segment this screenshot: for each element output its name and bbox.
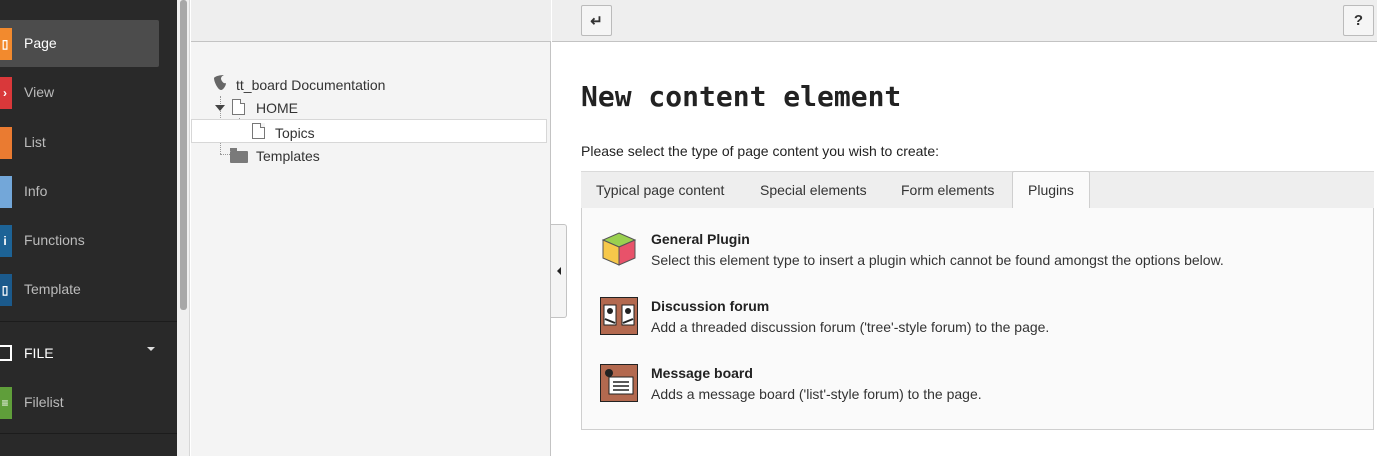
scrollbar-thumb[interactable] bbox=[180, 0, 187, 310]
view-module-icon: › bbox=[0, 77, 12, 109]
plugin-description: Select this element type to insert a plu… bbox=[651, 252, 1224, 268]
group-label: FILE bbox=[24, 345, 54, 361]
module-info[interactable]: Info bbox=[0, 167, 177, 216]
filelist-module-icon: ≡ bbox=[0, 387, 12, 419]
functions-module-icon: i bbox=[0, 225, 12, 257]
intro-text: Please select the type of page content y… bbox=[581, 143, 939, 159]
help-icon: ? bbox=[1353, 12, 1364, 29]
file-group-icon bbox=[0, 345, 12, 361]
page-title: New content element bbox=[581, 80, 902, 113]
module-menu: ▯ Page › View List Info i Functions ▯ Te… bbox=[0, 0, 177, 456]
doc-header: ↵ ? bbox=[552, 0, 1377, 42]
module-label: View bbox=[24, 84, 55, 100]
module-label: Info bbox=[24, 183, 48, 199]
module-label: Template bbox=[24, 281, 81, 297]
page-icon bbox=[232, 99, 245, 115]
page-module-icon: ▯ bbox=[0, 28, 12, 60]
tab-typical-page-content[interactable]: Typical page content bbox=[581, 172, 739, 209]
module-filelist[interactable]: ≡ Filelist bbox=[0, 378, 177, 427]
module-label: Filelist bbox=[24, 394, 64, 410]
cube-plugin-icon bbox=[601, 232, 637, 266]
menu-divider bbox=[0, 433, 177, 434]
module-functions[interactable]: i Functions bbox=[0, 216, 177, 265]
forum-plugin-icon bbox=[600, 297, 638, 335]
menu-divider bbox=[0, 321, 177, 322]
tree-root-label: tt_board Documentation bbox=[236, 77, 386, 93]
folder-icon bbox=[230, 148, 248, 163]
tree-root[interactable]: tt_board Documentation bbox=[191, 72, 547, 96]
collapse-arrow-icon bbox=[557, 267, 561, 275]
list-module-icon bbox=[0, 127, 12, 159]
module-group-file[interactable]: FILE bbox=[0, 329, 177, 377]
module-label: Page bbox=[24, 35, 57, 51]
module-template[interactable]: ▯ Template bbox=[0, 265, 177, 314]
module-view[interactable]: › View bbox=[0, 68, 177, 117]
plugin-item-general[interactable]: General Plugin Select this element type … bbox=[600, 228, 1360, 278]
tree-node-home[interactable]: HOME bbox=[191, 96, 547, 120]
plugin-title: General Plugin bbox=[651, 231, 750, 247]
tab-form-elements[interactable]: Form elements bbox=[886, 172, 1009, 209]
module-page[interactable]: ▯ Page bbox=[0, 19, 177, 68]
return-icon: ↵ bbox=[590, 12, 603, 30]
help-button[interactable]: ? bbox=[1343, 5, 1374, 36]
typo3-logo-icon bbox=[214, 75, 226, 90]
plugin-description: Adds a message board ('list'-style forum… bbox=[651, 386, 982, 402]
tree-node-templates[interactable]: Templates bbox=[191, 144, 547, 168]
chevron-down-icon bbox=[147, 347, 155, 351]
plugin-title: Message board bbox=[651, 365, 753, 381]
plugin-description: Add a threaded discussion forum ('tree'-… bbox=[651, 319, 1050, 335]
tree-node-label: Templates bbox=[256, 148, 320, 164]
tree-node-topics[interactable]: Topics bbox=[191, 119, 547, 143]
page-icon bbox=[252, 123, 265, 139]
template-module-icon: ▯ bbox=[0, 274, 12, 306]
tab-plugins[interactable]: Plugins bbox=[1012, 171, 1090, 209]
module-list[interactable]: List bbox=[0, 118, 177, 167]
plugin-title: Discussion forum bbox=[651, 298, 770, 314]
back-button[interactable]: ↵ bbox=[581, 5, 612, 36]
module-label: List bbox=[24, 134, 46, 150]
tree-node-label: Topics bbox=[275, 125, 315, 141]
element-type-tabs: Typical page content Special elements Fo… bbox=[581, 171, 1374, 209]
tree-node-label: HOME bbox=[256, 100, 298, 116]
page-tree-frame: tt_board Documentation HOME Topics Templ… bbox=[191, 0, 551, 456]
plugin-item-message-board[interactable]: Message board Adds a message board ('lis… bbox=[600, 362, 1360, 412]
module-label: Functions bbox=[24, 232, 85, 248]
plugins-panel: General Plugin Select this element type … bbox=[581, 208, 1374, 430]
collapse-navigation-button[interactable] bbox=[551, 224, 567, 318]
message-board-plugin-icon bbox=[600, 364, 638, 402]
page-tree-header bbox=[191, 0, 551, 42]
expand-toggle-icon[interactable] bbox=[215, 105, 225, 111]
info-module-icon bbox=[0, 176, 12, 208]
plugin-item-discussion-forum[interactable]: Discussion forum Add a threaded discussi… bbox=[600, 295, 1360, 345]
tab-special-elements[interactable]: Special elements bbox=[745, 172, 882, 209]
